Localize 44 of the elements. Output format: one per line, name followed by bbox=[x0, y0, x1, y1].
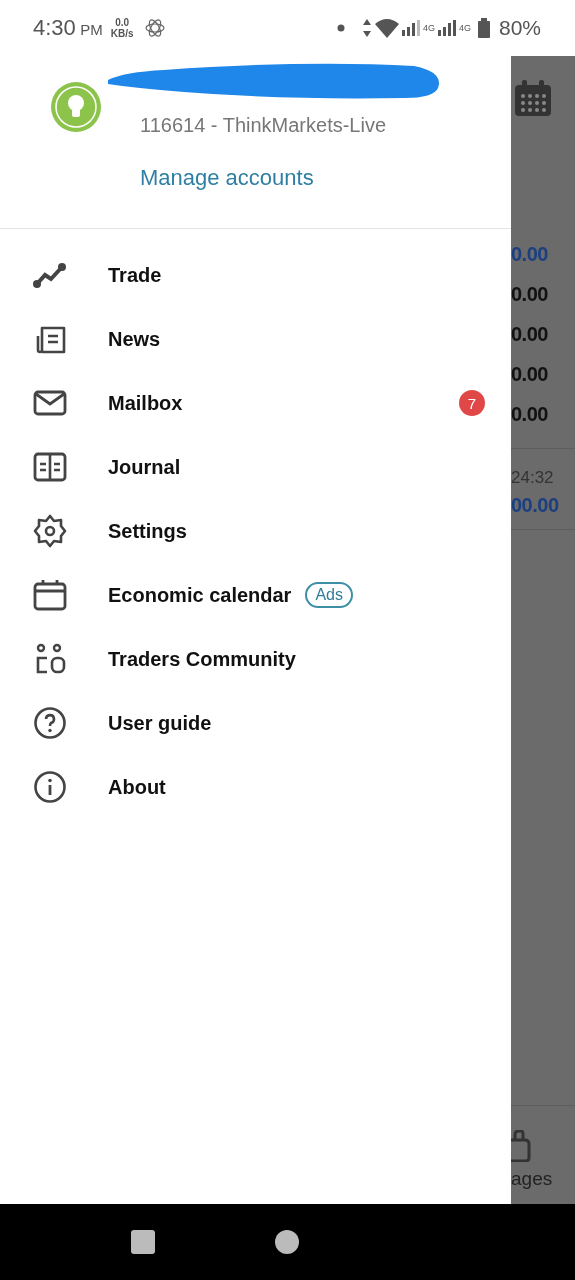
envelope-icon bbox=[33, 390, 67, 416]
network-type: 4G bbox=[422, 23, 435, 33]
price-value: 0.00 bbox=[511, 242, 549, 267]
calendar-icon bbox=[514, 80, 552, 118]
price-value: 0.00 bbox=[511, 322, 549, 347]
network-speed: 0.0 KB/s bbox=[110, 16, 134, 40]
dot-icon bbox=[336, 24, 345, 32]
price-value: 00.00 bbox=[511, 494, 560, 517]
menu-item[interactable]: Trade bbox=[0, 243, 511, 307]
calendar-icon bbox=[33, 579, 67, 611]
help-icon bbox=[33, 706, 67, 740]
manage-accounts-link[interactable]: Manage accounts bbox=[140, 165, 314, 191]
atom-icon bbox=[143, 16, 166, 40]
battery-icon bbox=[477, 18, 490, 38]
data-arrows-icon bbox=[361, 19, 372, 37]
wifi-icon bbox=[374, 18, 399, 38]
bag-icon bbox=[511, 1130, 531, 1162]
account-number: 116614 - ThinkMarkets-Live bbox=[140, 114, 387, 137]
ads-tag: Ads bbox=[305, 582, 353, 608]
info-icon bbox=[33, 770, 67, 804]
price-value: 0.00 bbox=[511, 282, 549, 307]
network-type: 4G bbox=[458, 23, 471, 33]
tab-label: ages bbox=[511, 1168, 554, 1190]
menu-item[interactable]: Mailbox 7 bbox=[0, 371, 511, 435]
price-value: 0.00 bbox=[511, 362, 549, 387]
menu-item[interactable]: Settings bbox=[0, 499, 511, 563]
clock-time: 4:30 PM bbox=[33, 15, 103, 41]
unread-badge: 7 bbox=[459, 390, 485, 416]
home-button[interactable] bbox=[275, 1230, 299, 1254]
menu-item[interactable]: About bbox=[0, 755, 511, 819]
menu-item[interactable]: Journal bbox=[0, 435, 511, 499]
line-chart-icon bbox=[33, 262, 67, 288]
time-text: 24:32 bbox=[511, 468, 555, 488]
signal-icon bbox=[437, 20, 456, 36]
menu-item[interactable]: User guide bbox=[0, 691, 511, 755]
menu-item[interactable]: News bbox=[0, 307, 511, 371]
settings-icon bbox=[33, 514, 67, 548]
menu-item[interactable]: Traders Community bbox=[0, 627, 511, 691]
signal-icon bbox=[401, 20, 420, 36]
battery-level: 80% bbox=[498, 16, 541, 40]
book-icon bbox=[33, 452, 67, 482]
menu-item[interactable]: Economic calendar Ads bbox=[0, 563, 511, 627]
avatar-logo bbox=[50, 81, 102, 133]
price-value: 0.00 bbox=[511, 402, 549, 427]
